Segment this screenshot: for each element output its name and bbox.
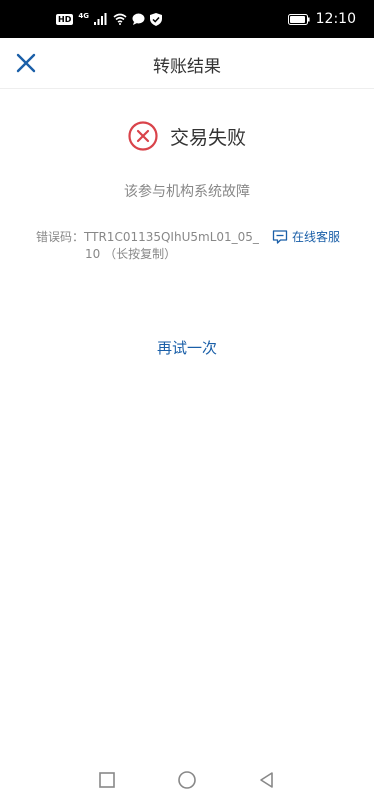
recent-apps-icon[interactable] [97, 770, 117, 790]
online-service-link[interactable]: 在线客服 [272, 228, 340, 245]
shield-icon [149, 12, 162, 26]
result-status: 交易失败 [0, 118, 374, 154]
online-service-label: 在线客服 [292, 230, 341, 244]
status-indicators: HD 4G [56, 12, 162, 26]
signal-icon [93, 13, 107, 25]
battery-icon [287, 13, 310, 25]
retry-button[interactable]: 再试一次 [137, 337, 237, 359]
failure-reason: 该参与机构系统故障 [124, 184, 250, 200]
error-code-value[interactable]: TTR1C01135QIhU5mL01_05_ [84, 230, 259, 244]
wifi-icon [113, 13, 127, 25]
message-icon [132, 13, 145, 25]
header: 转账结果 [0, 38, 374, 89]
system-nav-bar [0, 760, 374, 800]
status-right: 12:10 [287, 10, 356, 28]
error-code-label: 错误码： [36, 230, 85, 244]
result-status-text: 交易失败 [169, 126, 246, 149]
home-icon[interactable] [177, 770, 197, 790]
hd-badge: HD [56, 13, 74, 25]
fail-icon [128, 121, 158, 151]
back-icon[interactable] [257, 770, 277, 790]
chat-icon [272, 229, 288, 244]
page-title: 转账结果 [153, 57, 221, 77]
network-type: 4G [78, 12, 89, 20]
error-code-block[interactable]: 错误码：TTR1C01135QIhU5mL01_05_ 10 （长按复制） [36, 229, 262, 263]
error-code-value-continued[interactable]: 10 （长按复制） [36, 246, 262, 263]
clock: 12:10 [315, 11, 356, 27]
status-bar: HD 4G 12:10 [0, 0, 374, 38]
